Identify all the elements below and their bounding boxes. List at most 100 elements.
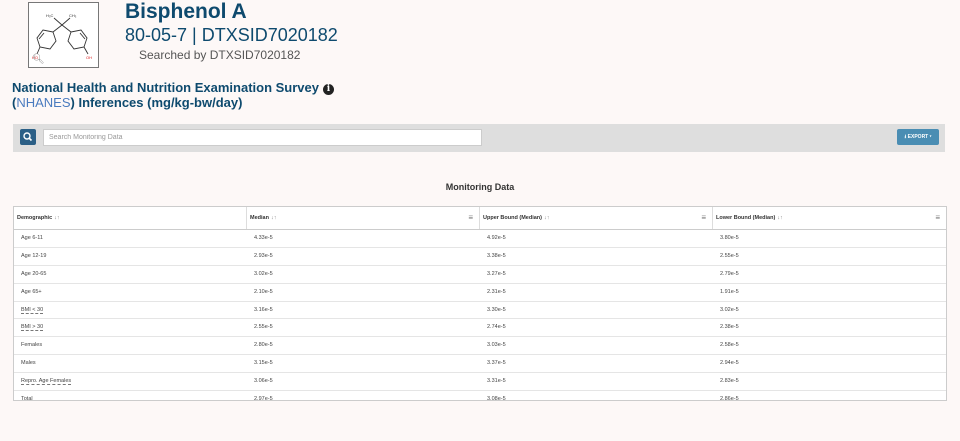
table-row: Repro. Age Females 3.06e-5 3.31e-5 2.83e-5 (14, 373, 946, 392)
cell-median: 4.33e-5 (247, 230, 480, 247)
column-header-upper-bound[interactable]: Upper Bound (Median) ↓↑ ≡ (480, 207, 713, 229)
cell-upper-bound: 4.92e-5 (480, 230, 713, 247)
section-title: National Health and Nutrition Examinatio… (12, 80, 334, 110)
cell-median-text: 3.06e-5 (254, 378, 273, 385)
cell-upper-bound: 3.30e-5 (480, 302, 713, 319)
table-row: Total 2.97e-5 3.08e-5 2.86e-5 (14, 391, 946, 408)
cell-demographic-text: Females (21, 342, 43, 349)
cell-lower-bound: 2.94e-5 (713, 355, 946, 372)
sort-icon[interactable]: ↓↑ (54, 215, 60, 221)
demographic-link[interactable]: BMI > 30 (21, 324, 44, 332)
table-row: Age 20-65 3.02e-5 3.27e-5 2.79e-5 (14, 266, 946, 284)
cell-median-text: 3.02e-5 (254, 270, 273, 277)
cell-lower-bound-text: 2.94e-5 (720, 360, 739, 367)
zoom-icon[interactable]: 🔍︎ (32, 54, 45, 65)
cell-demographic: Age 65+ (14, 284, 247, 301)
cell-median: 2.10e-5 (247, 284, 480, 301)
cell-upper-bound: 3.37e-5 (480, 355, 713, 372)
column-header-demographic[interactable]: Demographic ↓↑ (14, 207, 247, 229)
cell-demographic-text: Age 65+ (21, 288, 42, 295)
section-title-suffix: ) Inferences (mg/kg-bw/day) (70, 95, 243, 110)
cell-lower-bound: 2.79e-5 (713, 266, 946, 283)
monitoring-data-grid: Demographic ↓↑ Median ↓↑ ≡ Upper Bound (Me… (13, 206, 947, 402)
cell-upper-bound-text: 3.31e-5 (487, 378, 506, 385)
table-title: Monitoring Data (445, 182, 515, 192)
sort-icon[interactable]: ↓↑ (777, 215, 783, 221)
sort-icon[interactable]: ↓↑ (544, 215, 550, 221)
nhanes-link[interactable]: NHANES (16, 95, 70, 110)
cell-demographic: Females (14, 337, 247, 354)
cell-upper-bound-text: 2.31e-5 (487, 288, 506, 295)
cell-lower-bound-text: 2.55e-5 (720, 252, 739, 259)
search-input[interactable] (43, 129, 482, 146)
cell-upper-bound-text: 3.08e-5 (487, 396, 506, 403)
info-icon[interactable]: i (323, 84, 334, 95)
cell-upper-bound-text: 2.74e-5 (487, 324, 506, 331)
cell-demographic: BMI < 30 (14, 302, 247, 319)
demographic-link[interactable]: Repro. Age Females (21, 378, 72, 386)
cell-median-text: 4.33e-5 (254, 235, 273, 241)
column-header-label: Median (250, 215, 269, 221)
cell-lower-bound: 2.38e-5 (713, 319, 946, 336)
cell-median: 2.97e-5 (247, 391, 480, 408)
search-button[interactable] (20, 129, 36, 145)
searched-by-text: Searched by DTXSID7020182 (139, 48, 301, 62)
cell-median: 2.80e-5 (247, 337, 480, 354)
column-menu-icon[interactable]: ≡ (468, 207, 473, 229)
column-menu-icon[interactable]: ≡ (935, 207, 940, 229)
table-row: Males 3.15e-5 3.37e-5 2.94e-5 (14, 355, 946, 374)
cell-demographic: Repro. Age Females (14, 373, 247, 390)
table-row: Age 65+ 2.10e-5 2.31e-5 1.91e-5 (14, 284, 946, 302)
chemical-identifiers: 80-05-7 | DTXSID7020182 (125, 25, 338, 45)
cell-lower-bound-text: 1.91e-5 (720, 288, 739, 295)
cell-median-text: 2.97e-5 (254, 396, 273, 403)
download-icon: ⭳ (904, 134, 907, 140)
column-header-median[interactable]: Median ↓↑ ≡ (247, 207, 480, 229)
cell-demographic: Age 20-65 (14, 266, 247, 283)
cell-median: 3.16e-5 (247, 302, 480, 319)
search-icon (23, 132, 33, 142)
svg-text:OH: OH (86, 55, 92, 60)
cell-demographic-text: Age 20-65 (21, 270, 47, 277)
cell-upper-bound: 3.31e-5 (480, 373, 713, 390)
cell-median-text: 3.16e-5 (254, 306, 273, 313)
cell-upper-bound: 3.08e-5 (480, 391, 713, 408)
column-menu-icon[interactable]: ≡ (701, 207, 706, 229)
sort-icon[interactable]: ↓↑ (271, 215, 277, 221)
cell-demographic-text: Age 6-11 (21, 235, 43, 241)
chemical-structure-image[interactable]: H₃C CH₃ HO OH 🔍︎ (28, 2, 99, 68)
column-header-label: Upper Bound (Median) (483, 215, 542, 221)
table-row: BMI < 30 3.16e-5 3.30e-5 3.02e-5 (14, 302, 946, 320)
export-label: EXPORT (907, 134, 929, 140)
cell-demographic: Males (14, 355, 247, 372)
chemical-name: Bisphenol A (125, 0, 247, 23)
cell-demographic: Total (14, 391, 247, 408)
cell-median-text: 2.10e-5 (254, 288, 273, 295)
cell-median: 3.06e-5 (247, 373, 480, 390)
cell-median: 3.15e-5 (247, 355, 480, 372)
cell-median: 3.02e-5 (247, 266, 480, 283)
cell-demographic-text: Total (21, 396, 33, 403)
column-header-label: Lower Bound (Median) (716, 215, 776, 221)
cell-median-text: 3.15e-5 (254, 360, 273, 367)
cell-lower-bound-text: 2.86e-5 (720, 396, 739, 403)
cell-lower-bound: 2.55e-5 (713, 248, 946, 265)
export-button[interactable]: ⭳ EXPORT ▾ (897, 129, 939, 145)
cell-upper-bound: 2.74e-5 (480, 319, 713, 336)
demographic-link[interactable]: BMI < 30 (21, 306, 44, 314)
cell-median: 2.93e-5 (247, 248, 480, 265)
cell-upper-bound: 2.31e-5 (480, 284, 713, 301)
column-header-lower-bound[interactable]: Lower Bound (Median) ↓↑ ≡ (713, 207, 946, 229)
cell-lower-bound-text: 3.02e-5 (720, 306, 739, 313)
cell-lower-bound: 2.83e-5 (713, 373, 946, 390)
cell-lower-bound-text: 2.38e-5 (720, 324, 739, 331)
grid-body: Age 6-11 4.33e-5 4.92e-5 3.80e-5 Age 12-19 2.… (14, 230, 946, 408)
cell-upper-bound-text: 3.37e-5 (487, 360, 506, 367)
cell-upper-bound-text: 4.92e-5 (487, 235, 506, 241)
cell-median: 2.55e-5 (247, 319, 480, 336)
grid-toolbar: ⭳ EXPORT ▾ (13, 124, 945, 152)
cell-lower-bound: 2.58e-5 (713, 337, 946, 354)
cell-lower-bound: 2.86e-5 (713, 391, 946, 408)
cell-upper-bound-text: 3.30e-5 (487, 306, 506, 313)
cell-upper-bound: 3.38e-5 (480, 248, 713, 265)
